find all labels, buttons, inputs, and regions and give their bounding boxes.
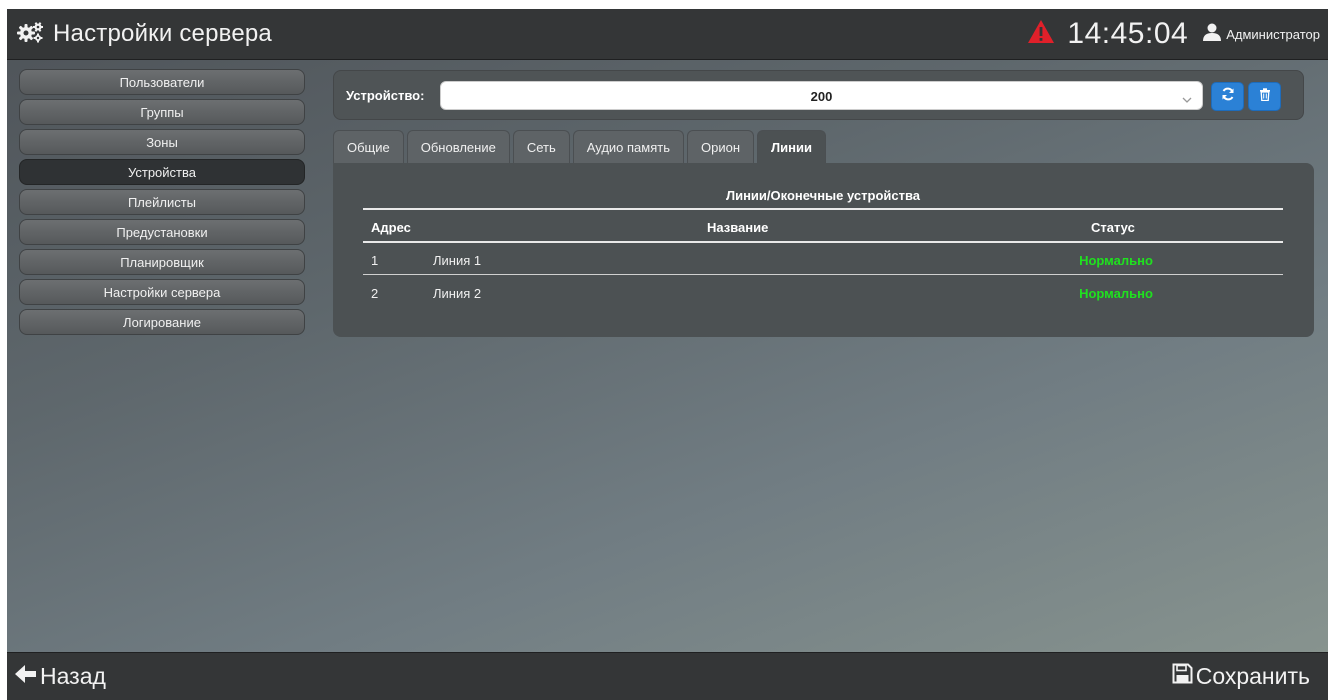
- user-icon: [1202, 23, 1222, 46]
- gears-icon: [17, 21, 45, 48]
- device-selected-value: 200: [810, 89, 833, 104]
- table-divider: [363, 208, 1283, 210]
- trash-icon: [1259, 87, 1271, 106]
- device-bar: Устройство: 200: [333, 70, 1304, 120]
- user-name[interactable]: Администратор: [1226, 27, 1320, 42]
- page-title: Настройки сервера: [53, 20, 272, 47]
- arrow-left-icon: [15, 663, 37, 690]
- table-divider: [363, 241, 1283, 243]
- back-button[interactable]: Назад: [15, 663, 106, 690]
- sidebar-item-devices[interactable]: Устройства: [19, 159, 305, 185]
- app-window: Настройки сервера 14:45:04 Администратор: [7, 9, 1328, 700]
- column-header-name: Название: [707, 220, 769, 235]
- table-caption: Линии/Оконечные устройства: [725, 188, 921, 203]
- sidebar-item-scheduler[interactable]: Планировщик: [19, 249, 305, 275]
- sidebar: Пользователи Группы Зоны Устройства Плей…: [19, 69, 305, 339]
- save-button[interactable]: Сохранить: [1172, 663, 1310, 690]
- back-label: Назад: [40, 663, 106, 689]
- refresh-button[interactable]: [1211, 82, 1244, 111]
- row-name: Линия 2: [433, 286, 482, 301]
- tab-audio-memory[interactable]: Аудио память: [572, 130, 684, 164]
- device-select[interactable]: 200: [440, 81, 1203, 110]
- clock: 14:45:04: [1067, 17, 1189, 50]
- lines-panel: Линии/Оконечные устройства Адрес Названи…: [333, 163, 1314, 337]
- row-address: 1: [371, 253, 379, 268]
- refresh-icon: [1221, 87, 1235, 106]
- sidebar-item-playlists[interactable]: Плейлисты: [19, 189, 305, 215]
- row-divider: [363, 274, 1283, 275]
- tab-lines[interactable]: Линии: [757, 130, 826, 164]
- sidebar-item-users[interactable]: Пользователи: [19, 69, 305, 95]
- delete-button[interactable]: [1248, 82, 1281, 111]
- chevron-down-icon: [1182, 91, 1192, 109]
- header-bar: Настройки сервера 14:45:04 Администратор: [7, 9, 1328, 60]
- row-address: 2: [371, 286, 379, 301]
- tab-orion[interactable]: Орион: [687, 130, 755, 164]
- column-header-status: Статус: [1091, 220, 1135, 235]
- device-tabs: Общие Обновление Сеть Аудио память Орион…: [333, 130, 829, 164]
- column-header-address: Адрес: [371, 220, 411, 235]
- tab-general[interactable]: Общие: [333, 130, 404, 164]
- floppy-disk-icon: [1172, 663, 1193, 690]
- sidebar-item-zones[interactable]: Зоны: [19, 129, 305, 155]
- save-label: Сохранить: [1195, 663, 1310, 689]
- tab-update[interactable]: Обновление: [406, 130, 510, 164]
- device-label: Устройство:: [346, 88, 425, 103]
- sidebar-item-presets[interactable]: Предустановки: [19, 219, 305, 245]
- sidebar-item-logging[interactable]: Логирование: [19, 309, 305, 335]
- tab-network[interactable]: Сеть: [512, 130, 570, 164]
- alert-icon[interactable]: [1027, 19, 1055, 49]
- status-badge: Нормально: [1079, 253, 1153, 268]
- row-name: Линия 1: [433, 253, 482, 268]
- status-badge: Нормально: [1079, 286, 1153, 301]
- sidebar-item-server-settings[interactable]: Настройки сервера: [19, 279, 305, 305]
- sidebar-item-groups[interactable]: Группы: [19, 99, 305, 125]
- footer-bar: Назад Сохранить: [7, 652, 1328, 700]
